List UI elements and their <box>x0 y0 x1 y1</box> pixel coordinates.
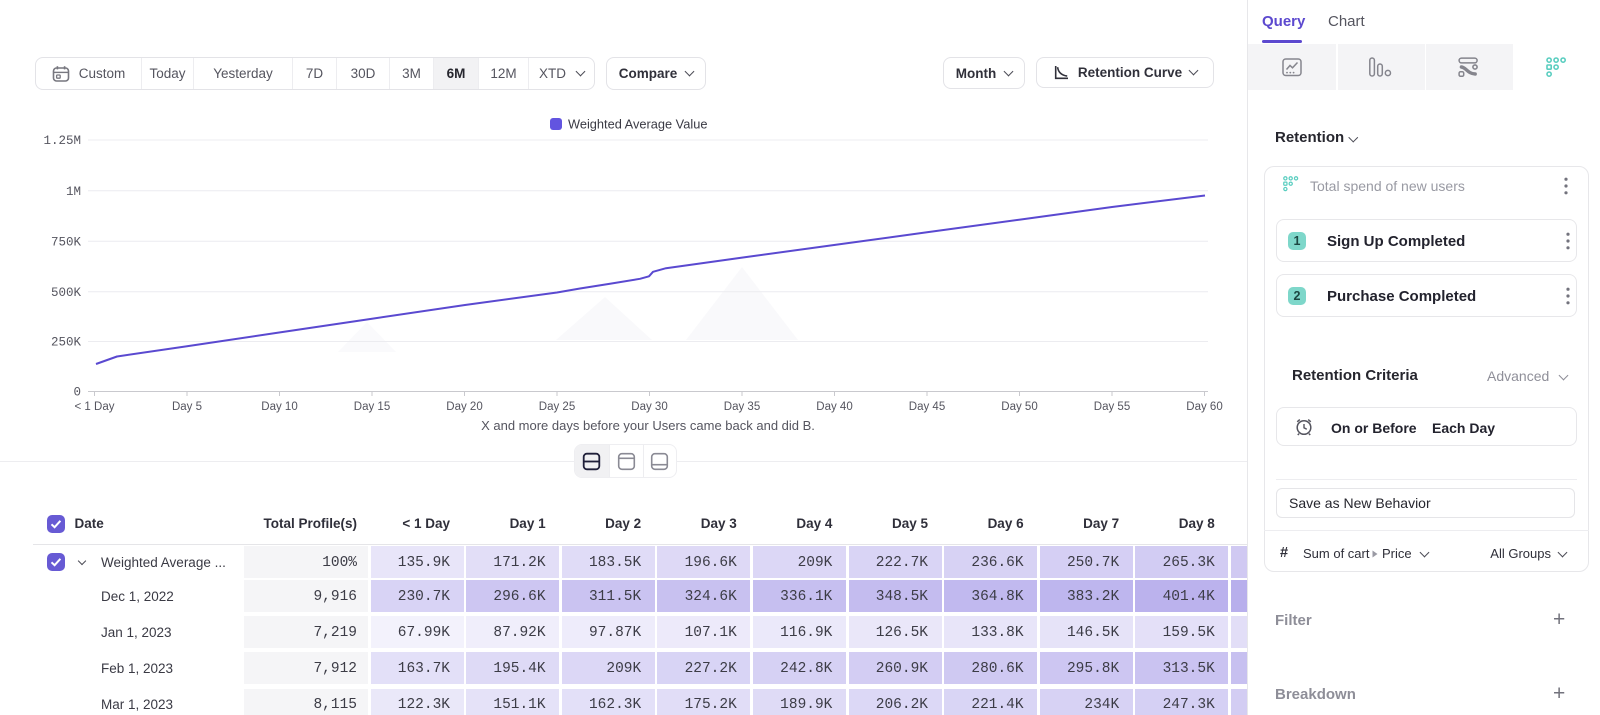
svg-text:1.25M: 1.25M <box>43 134 81 148</box>
svg-text:250K: 250K <box>51 336 82 350</box>
svg-text:1M: 1M <box>66 185 81 199</box>
svg-text:Day 45: Day 45 <box>909 401 945 413</box>
svg-text:< 1 Day: < 1 Day <box>75 401 115 413</box>
svg-text:Day 50: Day 50 <box>1001 401 1037 413</box>
svg-text:750K: 750K <box>51 235 82 249</box>
svg-text:Day 10: Day 10 <box>261 401 297 413</box>
svg-text:0: 0 <box>73 386 81 400</box>
svg-text:Day 60: Day 60 <box>1186 401 1222 413</box>
svg-text:X and more days before your Us: X and more days before your Users came b… <box>481 418 815 433</box>
svg-text:Day 30: Day 30 <box>631 401 667 413</box>
svg-text:Day 15: Day 15 <box>354 401 390 413</box>
svg-text:Day 20: Day 20 <box>446 401 482 413</box>
svg-text:Day 40: Day 40 <box>816 401 852 413</box>
svg-text:Weighted Average Value: Weighted Average Value <box>568 117 707 132</box>
svg-text:Day 55: Day 55 <box>1094 401 1130 413</box>
svg-text:Day 35: Day 35 <box>724 401 760 413</box>
svg-text:Day 25: Day 25 <box>539 401 575 413</box>
svg-text:Day 5: Day 5 <box>172 401 202 413</box>
svg-text:500K: 500K <box>51 286 82 300</box>
